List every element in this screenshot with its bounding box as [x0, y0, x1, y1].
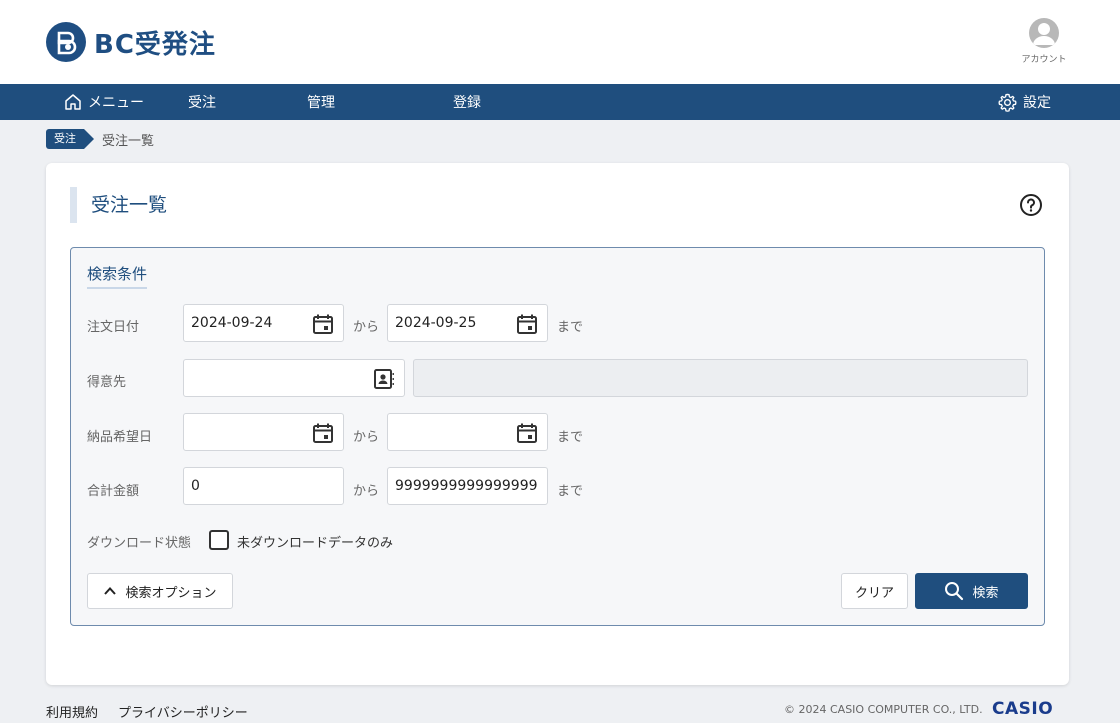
gear-icon: [998, 93, 1017, 112]
order-date-label: 注文日付: [87, 320, 140, 335]
undownloaded-only-checkbox[interactable]: [209, 530, 229, 550]
search-button[interactable]: 検索: [915, 573, 1028, 609]
nav-order-label: 受注: [188, 95, 216, 111]
delivery-date-from-sep: から: [353, 430, 380, 445]
chevron-up-icon: [104, 587, 117, 595]
search-button-label: 検索: [972, 585, 999, 601]
nav-menu[interactable]: メニュー: [64, 84, 144, 120]
nav-order[interactable]: 受注: [188, 84, 216, 120]
nav-management[interactable]: 管理: [307, 84, 335, 120]
order-date-from-sep: から: [353, 320, 380, 335]
privacy-link[interactable]: プライバシーポリシー: [118, 702, 248, 721]
clear-button[interactable]: クリア: [841, 573, 908, 609]
order-date-to-input[interactable]: 2024-09-25: [387, 304, 548, 342]
search-icon: [945, 582, 964, 601]
breadcrumb: 受注 受注一覧: [46, 129, 154, 149]
nav-registration-label: 登録: [453, 95, 481, 111]
total-to-sep: まで: [557, 484, 584, 499]
clear-button-label: クリア: [854, 585, 894, 601]
total-from-input[interactable]: 0: [183, 467, 344, 505]
calendar-icon[interactable]: [516, 422, 538, 444]
search-options-button[interactable]: 検索オプション: [87, 573, 233, 609]
avatar-icon: [1029, 18, 1059, 48]
search-conditions-panel: 検索条件 注文日付 2024-09-24 から 2024-09-25 まで 得意…: [70, 247, 1045, 626]
total-to-input[interactable]: 9999999999999999: [387, 467, 548, 505]
undownloaded-only-label[interactable]: 未ダウンロードデータのみ: [237, 532, 393, 551]
order-date-to-sep: まで: [557, 320, 584, 335]
calendar-icon[interactable]: [516, 313, 538, 335]
home-icon: [65, 94, 81, 110]
order-date-to-value: 2024-09-25: [395, 315, 477, 331]
main-card: 受注一覧 検索条件 注文日付 2024-09-24 から 2024-09-25: [46, 163, 1069, 685]
order-date-from-input[interactable]: 2024-09-24: [183, 304, 344, 342]
account-label: アカウント: [1021, 55, 1067, 65]
breadcrumb-parent[interactable]: 受注: [46, 129, 94, 149]
order-date-from-value: 2024-09-24: [191, 315, 273, 331]
total-amount-label: 合計金額: [87, 484, 140, 499]
delivery-date-to-input[interactable]: [387, 413, 548, 451]
customer-label: 得意先: [87, 375, 127, 390]
delivery-date-to-sep: まで: [557, 430, 584, 445]
calendar-icon[interactable]: [312, 422, 334, 444]
copyright: © 2024 CASIO COMPUTER CO., LTD.: [784, 703, 983, 716]
app-logo[interactable]: BC受発注: [46, 22, 216, 62]
search-conditions-title: 検索条件: [87, 263, 148, 289]
search-options-label: 検索オプション: [125, 585, 217, 601]
app-header: BC受発注 アカウント: [0, 0, 1120, 84]
account-menu[interactable]: アカウント: [1018, 18, 1070, 65]
app-name: BC受発注: [94, 29, 216, 60]
help-icon[interactable]: [1019, 193, 1043, 221]
delivery-date-label: 納品希望日: [87, 430, 153, 445]
total-to-value: 9999999999999999: [395, 478, 538, 494]
calendar-icon[interactable]: [312, 313, 334, 335]
customer-name-field: [413, 359, 1028, 397]
delivery-date-from-input[interactable]: [183, 413, 344, 451]
bc-logo-icon: [46, 22, 86, 62]
download-status-label: ダウンロード状態: [87, 536, 192, 551]
terms-link[interactable]: 利用規約: [46, 702, 98, 721]
nav-management-label: 管理: [307, 95, 335, 111]
total-from-value: 0: [191, 478, 200, 494]
page-title: 受注一覧: [70, 187, 167, 223]
nav-settings-label: 設定: [1023, 95, 1051, 111]
customer-code-input[interactable]: [183, 359, 405, 397]
breadcrumb-current: 受注一覧: [102, 133, 155, 149]
main-nav: メニュー 受注 管理 登録 設定: [0, 84, 1120, 120]
nav-menu-label: メニュー: [88, 95, 144, 111]
nav-registration[interactable]: 登録: [453, 84, 481, 120]
nav-settings[interactable]: 設定: [998, 84, 1051, 120]
casio-logo: CASIO: [992, 699, 1054, 719]
total-from-sep: から: [353, 484, 380, 499]
contact-book-icon[interactable]: [373, 368, 395, 390]
